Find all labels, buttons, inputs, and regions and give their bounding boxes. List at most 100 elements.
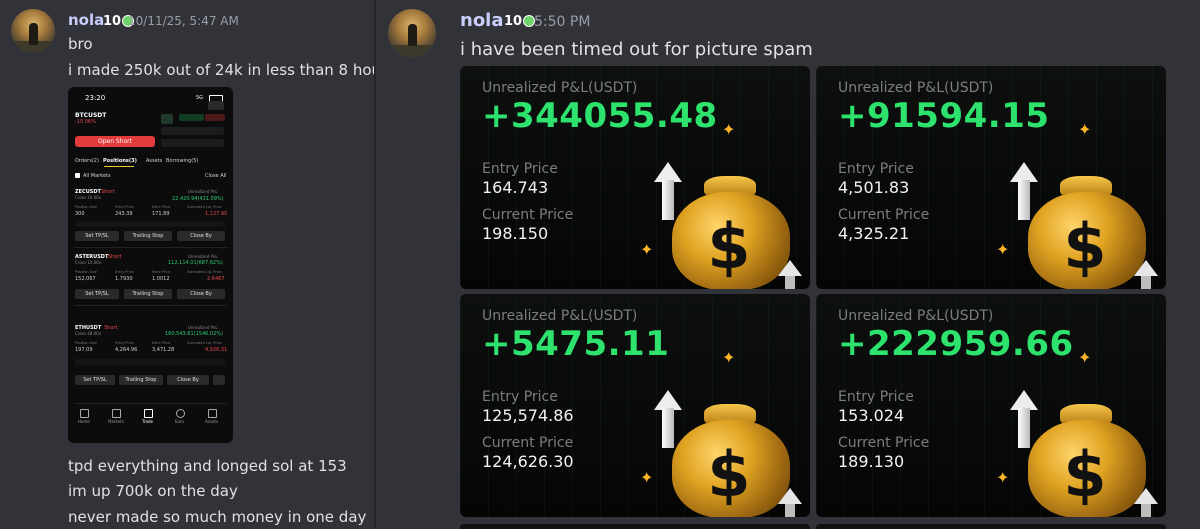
small-up-arrow-icon bbox=[1134, 260, 1158, 289]
sparkle-icon: ✦ bbox=[640, 240, 654, 259]
author-name[interactable]: nola bbox=[460, 10, 504, 31]
set-tpsl-button[interactable]: Set TP/SL bbox=[75, 289, 119, 299]
nav-trade[interactable]: Trade bbox=[142, 419, 153, 424]
author-name[interactable]: nola bbox=[68, 11, 104, 29]
trade-icon[interactable] bbox=[144, 409, 153, 418]
col-label: Position Size bbox=[75, 205, 97, 209]
col-label: Mark Price bbox=[152, 270, 171, 274]
divider bbox=[74, 305, 227, 306]
trailing-stop-button[interactable]: Trailing Stop bbox=[124, 289, 172, 299]
message-line: tpd everything and longed sol at 153 bbox=[68, 457, 347, 475]
mark-price: 171.89 bbox=[152, 211, 170, 217]
message-line: bro bbox=[68, 35, 93, 53]
col-label: Mark Price bbox=[152, 205, 171, 209]
tab-orders[interactable]: Orders(2) bbox=[75, 158, 99, 164]
home-icon[interactable] bbox=[80, 409, 89, 418]
checkbox-icon[interactable] bbox=[75, 173, 80, 178]
pnl-label: Unrealized P&L(USDT) bbox=[482, 308, 638, 324]
mark-price: 1.0012 bbox=[152, 276, 170, 282]
entry-price-value: 164.743 bbox=[482, 178, 549, 197]
position-size: 197.09 bbox=[75, 347, 93, 353]
liq-price: 1,127.90 bbox=[205, 211, 228, 217]
position-side: Short bbox=[101, 189, 115, 195]
trailing-stop-button[interactable]: Trailing Stop bbox=[124, 231, 172, 241]
current-price-value: 198.150 bbox=[482, 224, 549, 243]
tab-borrowing[interactable]: Borrowing(5) bbox=[166, 158, 198, 164]
trailing-stop-button[interactable]: Trailing Stop bbox=[119, 375, 163, 385]
message-timestamp: 10/11/25, 5:47 AM bbox=[128, 14, 239, 28]
pnl-label: Unrealized P&L(USDT) bbox=[482, 80, 638, 96]
tpsl-row bbox=[75, 359, 225, 365]
active-tab-indicator bbox=[104, 166, 134, 167]
assets-icon[interactable] bbox=[208, 409, 217, 418]
col-label: Entry Price bbox=[115, 341, 134, 345]
share-icon[interactable] bbox=[213, 375, 225, 385]
set-tpsl-button[interactable]: Set TP/SL bbox=[75, 375, 115, 385]
qty-select[interactable] bbox=[161, 139, 224, 147]
open-short-button[interactable]: Open Short bbox=[75, 136, 155, 147]
phone-symbol-change: -15.06% bbox=[75, 119, 96, 125]
pnl-value: +91594.15 bbox=[838, 96, 1050, 136]
pnl-card[interactable]: Unrealized P&L(USDT) +91594.15 Entry Pri… bbox=[816, 66, 1166, 289]
close-by-button[interactable]: Close By bbox=[177, 289, 225, 299]
tpsl-row bbox=[75, 221, 225, 227]
right-message-pane: nola 10 5:50 PM i have been timed out fo… bbox=[376, 0, 1200, 529]
markets-icon[interactable] bbox=[112, 409, 121, 418]
sparkle-icon: ✦ bbox=[996, 240, 1010, 259]
pnl-label: Unrealized P&L(USDT) bbox=[838, 80, 994, 96]
position-side: Short bbox=[104, 325, 118, 331]
trading-app-screenshot[interactable]: 23:20 5G BTCUSDT -15.06% Open Short Orde… bbox=[68, 87, 233, 443]
entry-price-label: Entry Price bbox=[838, 161, 914, 177]
nav-markets[interactable]: Markets bbox=[108, 419, 124, 424]
current-price-label: Current Price bbox=[482, 435, 574, 451]
tab-assets[interactable]: Assets bbox=[146, 158, 162, 164]
position-size: 300 bbox=[75, 211, 85, 217]
dollar-sign: $ bbox=[707, 210, 751, 283]
pnl-value: +222959.66 bbox=[838, 324, 1074, 364]
sparkle-icon: ✦ bbox=[1078, 348, 1092, 367]
close-all-button[interactable]: Close All bbox=[205, 173, 226, 179]
current-price-label: Current Price bbox=[482, 207, 574, 223]
pnl-label: Unrealized PnL bbox=[188, 325, 218, 330]
position-size: 152,067 bbox=[75, 276, 96, 282]
pnl-card[interactable]: Unrealized P&L(USDT) +5475.11 Entry Pric… bbox=[460, 294, 810, 517]
divider bbox=[74, 403, 227, 404]
badge-number: 10 bbox=[504, 13, 523, 29]
entry-price-label: Entry Price bbox=[838, 389, 914, 405]
entry-price-label: Entry Price bbox=[482, 161, 558, 177]
nav-assets[interactable]: Assets bbox=[205, 419, 218, 424]
earn-icon[interactable] bbox=[176, 409, 185, 418]
pnl-card[interactable]: Unrealized P&L(USDT) +344055.48 Entry Pr… bbox=[460, 66, 810, 289]
current-price-value: 189.130 bbox=[838, 452, 905, 471]
entry-price: 4,264.96 bbox=[115, 347, 138, 353]
set-tpsl-button[interactable]: Set TP/SL bbox=[75, 231, 119, 241]
badge-icon[interactable]: 10 bbox=[504, 13, 536, 29]
pnl-value: +344055.48 bbox=[482, 96, 718, 136]
badge-number: 10 bbox=[103, 13, 122, 29]
col-label: Estimated Liq. Price bbox=[187, 341, 222, 345]
pnl-label: Unrealized PnL bbox=[188, 189, 218, 194]
current-price-value: 124,626.30 bbox=[482, 452, 574, 471]
pnl-label: Unrealized PnL bbox=[188, 254, 218, 259]
col-label: Position Size bbox=[75, 270, 97, 274]
sparkle-icon: ✦ bbox=[640, 468, 654, 487]
nav-home[interactable]: Home bbox=[78, 419, 90, 424]
phone-symbol: BTCUSDT bbox=[75, 112, 107, 119]
divider bbox=[74, 247, 227, 248]
chart-toggle-icon[interactable] bbox=[208, 101, 224, 110]
pnl-card[interactable]: Unrealized P&L(USDT) +222959.66 Entry Pr… bbox=[816, 294, 1166, 517]
user-avatar[interactable] bbox=[388, 9, 436, 57]
position-pnl: 160,543.81(1546.02%) bbox=[165, 331, 223, 337]
close-by-button[interactable]: Close By bbox=[167, 375, 209, 385]
pnl-value: +5475.11 bbox=[482, 324, 670, 364]
sparkle-icon: ✦ bbox=[1078, 120, 1092, 139]
amount-select[interactable] bbox=[161, 127, 224, 135]
small-up-arrow-icon bbox=[1134, 488, 1158, 517]
close-by-button[interactable]: Close By bbox=[177, 231, 225, 241]
user-avatar[interactable] bbox=[11, 9, 55, 53]
entry-price: 243.39 bbox=[115, 211, 133, 217]
mark-price: 3,471.28 bbox=[152, 347, 175, 353]
sparkle-icon: ✦ bbox=[722, 120, 736, 139]
tab-positions[interactable]: Positions(3) bbox=[103, 158, 137, 164]
nav-earn[interactable]: Earn bbox=[175, 419, 184, 424]
